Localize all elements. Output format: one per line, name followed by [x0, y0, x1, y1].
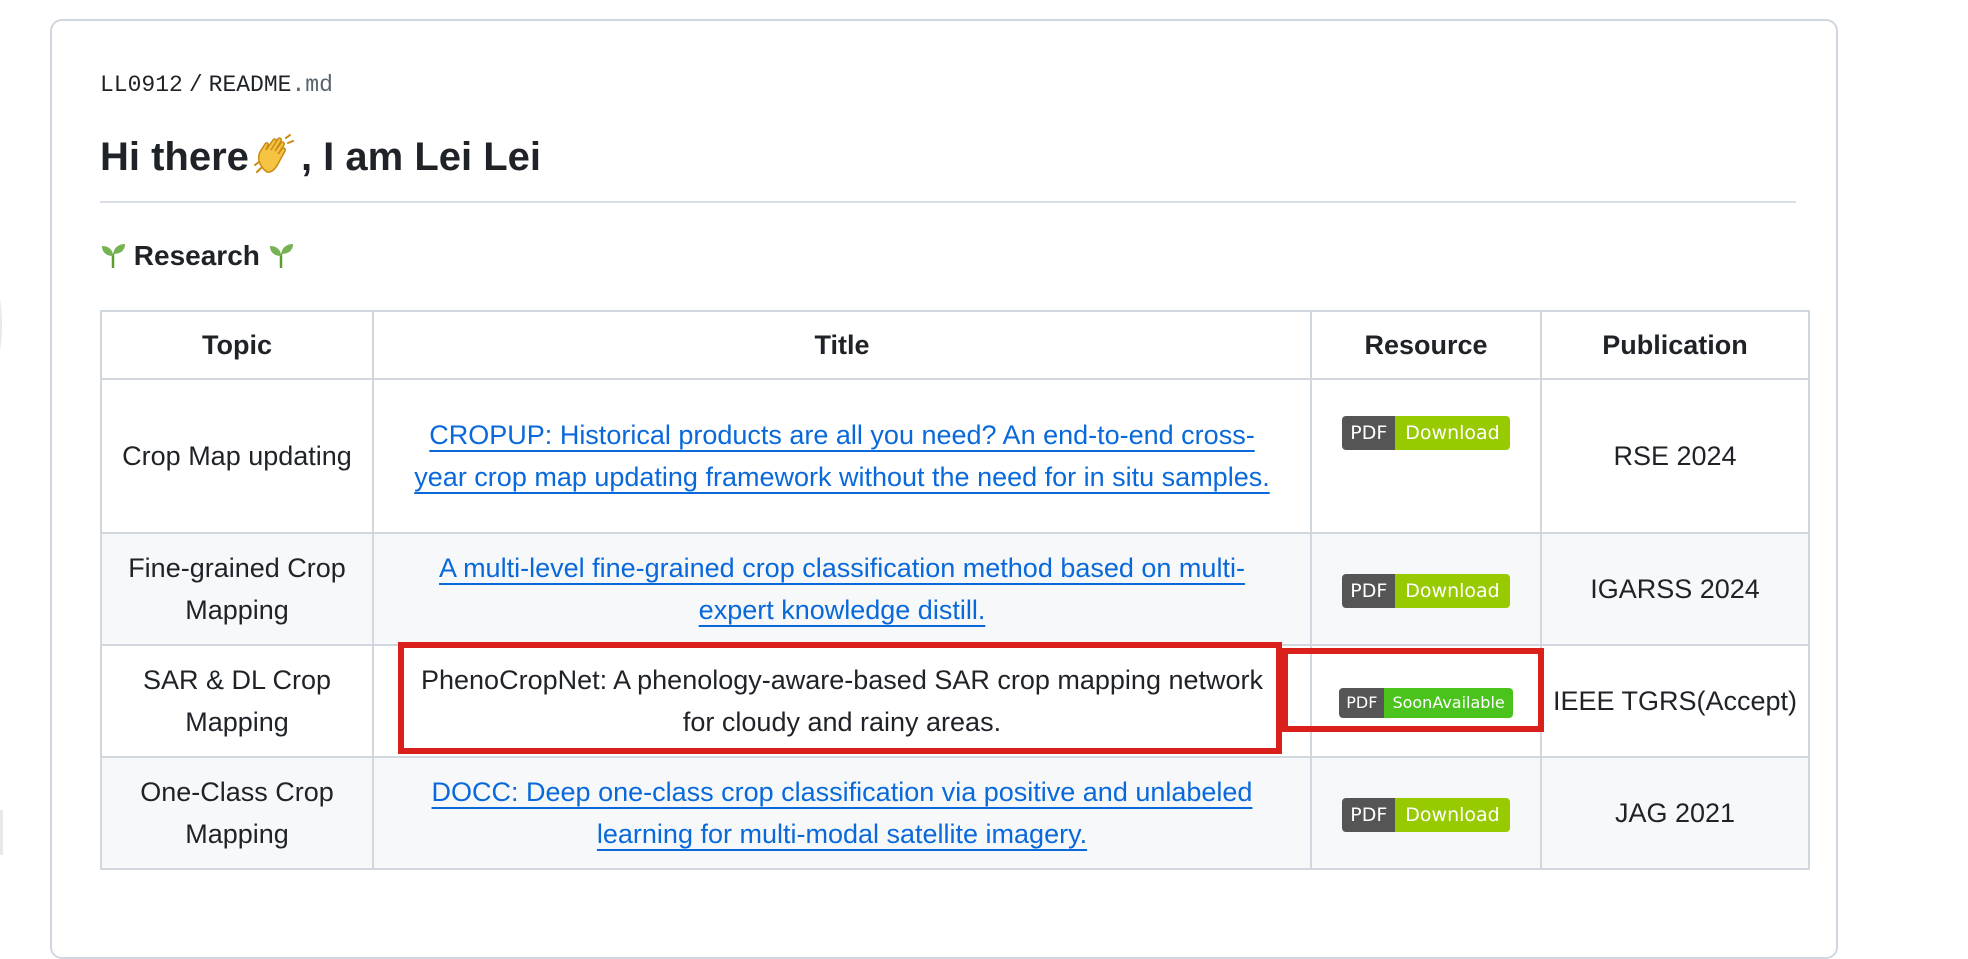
- pdf-download-badge[interactable]: PDF Download: [1342, 573, 1510, 608]
- paper-title-link[interactable]: A multi-level fine-grained crop classifi…: [439, 553, 1245, 625]
- page-title: Hi there , I am Lei Lei: [100, 132, 541, 181]
- resource-cell: PDF Download: [1310, 378, 1542, 534]
- title-cell: CROPUP: Historical products are all you …: [372, 378, 1312, 534]
- breadcrumb-separator: /: [188, 72, 203, 98]
- background-edge-line: [0, 810, 3, 855]
- pdf-download-badge[interactable]: PDF Download: [1342, 415, 1510, 450]
- badge-label: PDF: [1342, 797, 1396, 832]
- seedling-icon: [269, 244, 293, 268]
- topic-cell: One-Class Crop Mapping: [100, 756, 374, 870]
- publication-cell: IEEE TGRS(Accept): [1540, 644, 1810, 758]
- title-cell: DOCC: Deep one-class crop classification…: [372, 756, 1312, 870]
- breadcrumb-file-ext: .md: [291, 72, 333, 98]
- paper-title-link[interactable]: DOCC: Deep one-class crop classification…: [432, 777, 1253, 849]
- resource-cell: PDF Download: [1310, 532, 1542, 646]
- column-header-topic: Topic: [100, 310, 374, 380]
- table-row: Crop Map updating CROPUP: Historical pro…: [100, 378, 1810, 534]
- table-row: One-Class Crop Mapping DOCC: Deep one-cl…: [100, 756, 1810, 870]
- breadcrumb-file-name: README: [208, 72, 292, 98]
- table-header-row: Topic Title Resource Publication: [100, 310, 1810, 380]
- badge-message: Download: [1395, 573, 1510, 608]
- research-label: Research: [133, 240, 260, 271]
- badge-message: Download: [1395, 797, 1510, 832]
- column-header-publication: Publication: [1540, 310, 1810, 380]
- background-partial-circle: [0, 250, 2, 400]
- research-heading: Research: [100, 238, 294, 274]
- badge-label: PDF: [1342, 573, 1396, 608]
- breadcrumb-user-link[interactable]: LL0912: [100, 72, 183, 98]
- topic-cell: Fine-grained Crop Mapping: [100, 532, 374, 646]
- column-header-resource: Resource: [1310, 310, 1542, 380]
- paper-title-link[interactable]: CROPUP: Historical products are all you …: [414, 420, 1269, 492]
- research-table: Topic Title Resource Publication Crop Ma…: [100, 310, 1810, 870]
- column-header-title: Title: [372, 310, 1312, 380]
- topic-cell: SAR & DL Crop Mapping: [100, 644, 374, 758]
- publication-cell: IGARSS 2024: [1540, 532, 1810, 646]
- heading-divider: [100, 201, 1796, 203]
- page-title-name: , I am Lei Lei: [300, 135, 542, 179]
- badge-label: PDF: [1342, 415, 1396, 450]
- publication-cell: JAG 2021: [1540, 756, 1810, 870]
- title-highlight-box: [398, 642, 1282, 754]
- topic-cell: Crop Map updating: [100, 378, 374, 534]
- title-cell: A multi-level fine-grained crop classifi…: [372, 532, 1312, 646]
- waving-hand-icon: [253, 134, 294, 173]
- resource-highlight-box: [1282, 648, 1544, 732]
- resource-cell: PDF Download: [1310, 756, 1542, 870]
- page-title-greeting: Hi there: [100, 135, 249, 179]
- publication-cell: RSE 2024: [1540, 378, 1810, 534]
- badge-message: Download: [1395, 415, 1510, 450]
- pdf-download-badge[interactable]: PDF Download: [1342, 797, 1510, 832]
- breadcrumb: LL0912/README.md: [100, 72, 333, 98]
- seedling-icon: [102, 244, 125, 268]
- table-row: Fine-grained Crop Mapping A multi-level …: [100, 532, 1810, 646]
